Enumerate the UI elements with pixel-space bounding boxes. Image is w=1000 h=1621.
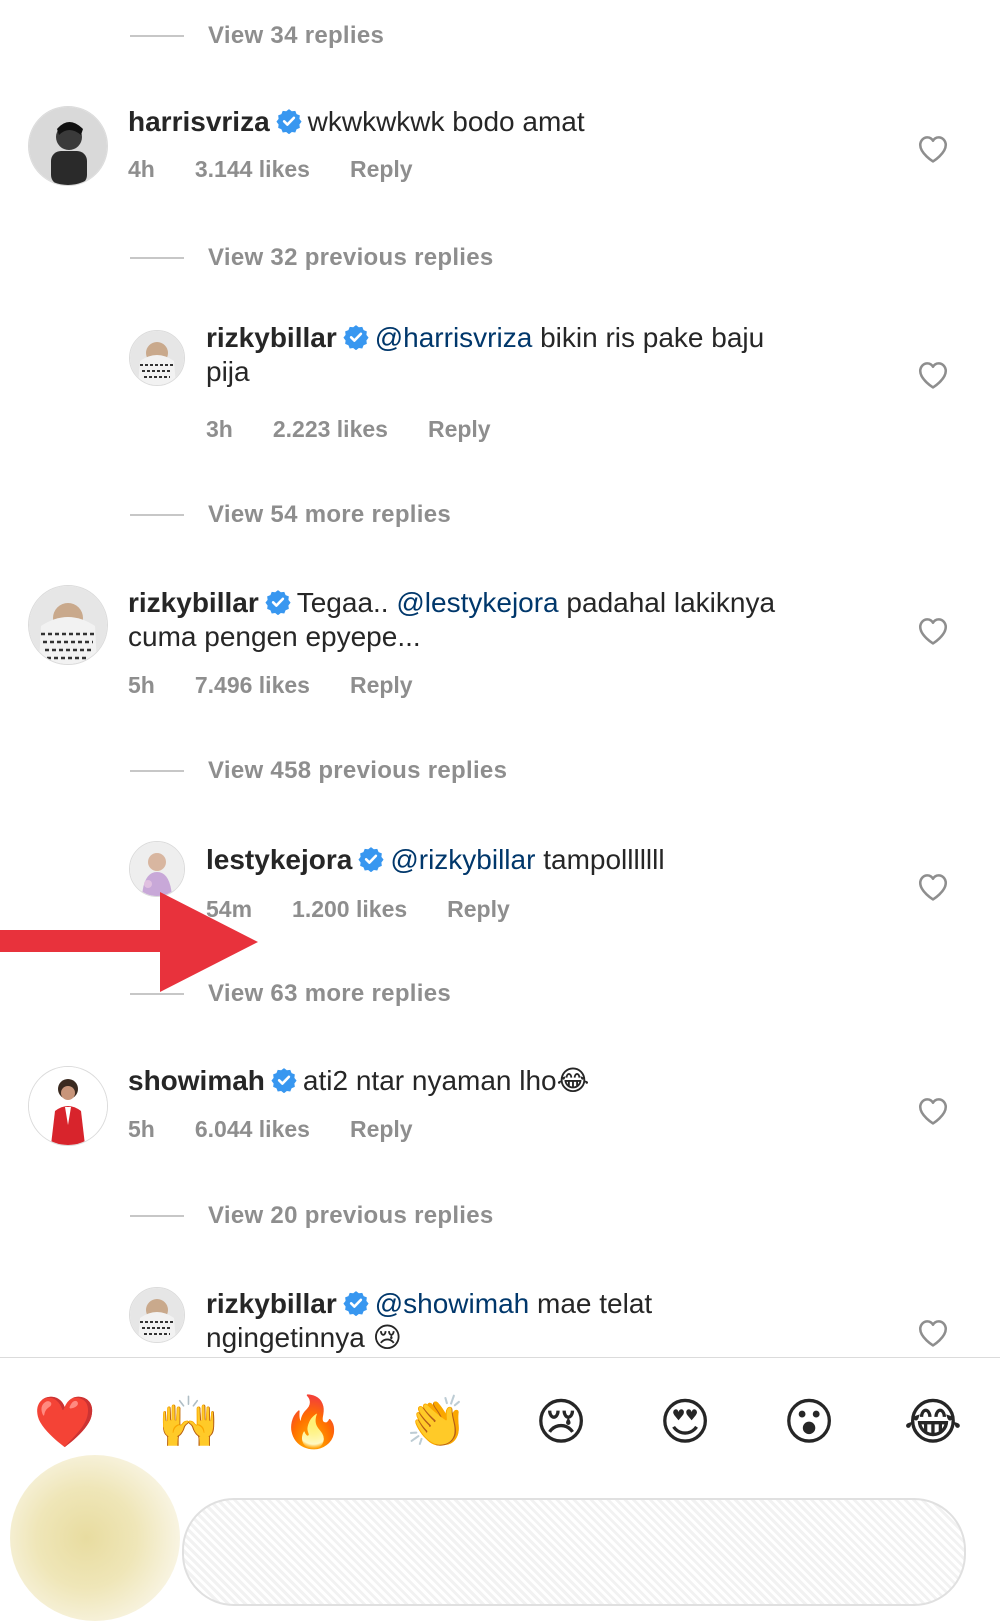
username[interactable]: rizkybillar <box>206 322 337 353</box>
comment-meta: 5h 7.496 likes Reply <box>128 672 413 699</box>
reaction-laughing[interactable]: 😂 <box>901 1390 965 1454</box>
view-previous-replies-link[interactable]: View 458 previous replies <box>130 751 507 791</box>
reply-button[interactable]: Reply <box>428 416 491 443</box>
comment-body: harrisvriza wkwkwkwk bodo amat <box>128 105 848 139</box>
view-replies-text: View 34 replies <box>208 22 385 49</box>
view-replies-text: View 32 previous replies <box>208 244 494 271</box>
mention-link[interactable]: @harrisvriza <box>375 322 533 353</box>
comment-text: ati2 ntar nyaman lho <box>302 1065 557 1096</box>
likes-count[interactable]: 1.200 likes <box>292 896 407 923</box>
timestamp: 4h <box>128 156 155 182</box>
view-replies-line <box>130 1215 184 1217</box>
reaction-heart[interactable]: ❤️ <box>33 1390 97 1454</box>
reply-button[interactable]: Reply <box>350 156 413 183</box>
reaction-clap[interactable]: 👏 <box>405 1390 469 1454</box>
reply-text: tampolllllll <box>543 844 665 875</box>
comment-input-blurred[interactable] <box>182 1498 966 1606</box>
timestamp: 5h <box>128 1116 155 1142</box>
comment-text-cont: padahal lakiknya <box>566 587 776 618</box>
avatar[interactable] <box>28 1066 108 1146</box>
likes-count[interactable]: 2.223 likes <box>273 416 388 443</box>
verified-badge-icon <box>265 590 291 615</box>
comment-meta: 4h 3.144 likes Reply <box>128 156 413 183</box>
user-avatar-blurred[interactable] <box>10 1455 180 1621</box>
view-previous-replies-link[interactable]: View 32 previous replies <box>130 238 494 278</box>
reply-button[interactable]: Reply <box>350 672 413 699</box>
username[interactable]: showimah <box>128 1065 265 1096</box>
view-replies-line <box>130 514 184 516</box>
emoji-laughing: 😂 <box>556 1065 590 1096</box>
view-replies-line <box>130 35 184 37</box>
view-previous-replies-link[interactable]: View 20 previous replies <box>130 1196 494 1236</box>
heart-outline-icon[interactable] <box>916 1094 950 1126</box>
avatar[interactable] <box>28 106 108 186</box>
likes-count[interactable]: 6.044 likes <box>195 1116 310 1143</box>
avatar[interactable] <box>28 585 108 665</box>
username[interactable]: rizkybillar <box>128 587 259 618</box>
comment-body: showimah ati2 ntar nyaman lho😂 <box>128 1064 848 1098</box>
mention-link[interactable]: @rizkybillar <box>390 844 535 875</box>
view-replies-text: View 20 previous replies <box>208 1202 494 1229</box>
emoji-crying: 😢 <box>372 1322 402 1353</box>
reply-body: rizkybillar @harrisvriza bikin ris pake b… <box>206 321 846 389</box>
divider <box>0 1357 1000 1358</box>
likes-count[interactable]: 3.144 likes <box>195 156 310 183</box>
likes-count[interactable]: 7.496 likes <box>195 672 310 699</box>
red-arrow-annotation <box>0 892 258 992</box>
comment-meta: 5h 6.044 likes Reply <box>128 1116 413 1143</box>
view-replies-text: View 54 more replies <box>208 501 452 528</box>
username[interactable]: rizkybillar <box>206 1288 337 1319</box>
quick-reaction-bar: ❤️ 🙌 🔥 👏 😢 😍 😮 😂 <box>0 1390 1000 1454</box>
verified-badge-icon <box>343 325 369 350</box>
reply-button[interactable]: Reply <box>350 1116 413 1143</box>
reply-meta: 3h 2.223 likes Reply <box>206 416 491 443</box>
heart-outline-icon[interactable] <box>916 870 950 902</box>
username[interactable]: lestykejora <box>206 844 352 875</box>
avatar[interactable] <box>129 841 185 897</box>
mention-link[interactable]: @lestykejora <box>396 587 558 618</box>
view-replies-line <box>130 993 184 995</box>
heart-outline-icon[interactable] <box>916 614 950 646</box>
view-replies-link[interactable]: View 34 replies <box>130 16 384 56</box>
comment-body: rizkybillar Tegaa.. @lestykejora padahal … <box>128 586 848 654</box>
timestamp: 3h <box>206 416 233 442</box>
reply-body: lestykejora @rizkybillar tampolllllll <box>206 843 846 877</box>
reply-text: mae telat <box>537 1288 653 1319</box>
reaction-surprised[interactable]: 😮 <box>777 1390 841 1454</box>
heart-outline-icon[interactable] <box>916 358 950 390</box>
verified-badge-icon <box>271 1068 297 1093</box>
timestamp: 5h <box>128 672 155 698</box>
heart-outline-icon[interactable] <box>916 1316 950 1348</box>
reaction-raised-hands[interactable]: 🙌 <box>157 1390 221 1454</box>
heart-outline-icon[interactable] <box>916 132 950 164</box>
reply-text: bikin ris pake baju <box>540 322 765 353</box>
view-replies-line <box>130 770 184 772</box>
avatar[interactable] <box>129 1287 185 1343</box>
verified-badge-icon <box>358 847 384 872</box>
reply-button[interactable]: Reply <box>447 896 510 923</box>
view-replies-text: View 458 previous replies <box>208 757 508 784</box>
reaction-heart-eyes[interactable]: 😍 <box>653 1390 717 1454</box>
reply-text-line2: ngingetinnya <box>206 1322 365 1353</box>
reply-body: rizkybillar @showimah mae telat ngingetinn… <box>206 1287 846 1355</box>
avatar[interactable] <box>129 330 185 386</box>
verified-badge-icon <box>343 1291 369 1316</box>
mention-link[interactable]: @showimah <box>375 1288 529 1319</box>
comment-text: Tegaa.. <box>296 587 389 618</box>
view-replies-line <box>130 257 184 259</box>
comment-text-line2: cuma pengen epyepe... <box>128 621 421 652</box>
username[interactable]: harrisvriza <box>128 106 270 137</box>
comment-text: wkwkwkwk bodo amat <box>307 106 585 137</box>
view-more-replies-link[interactable]: View 54 more replies <box>130 495 451 535</box>
reply-text-line2: pija <box>206 356 250 387</box>
reaction-fire[interactable]: 🔥 <box>281 1390 345 1454</box>
verified-badge-icon <box>276 109 302 134</box>
reaction-crying[interactable]: 😢 <box>529 1390 593 1454</box>
